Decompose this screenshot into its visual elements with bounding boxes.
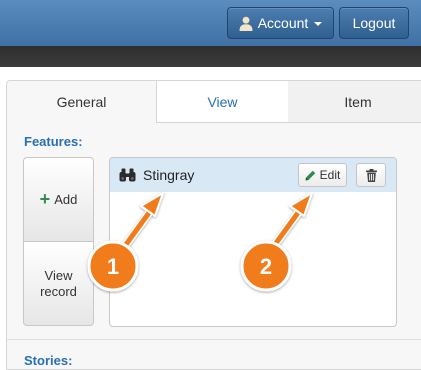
caret-down-icon bbox=[314, 22, 323, 26]
top-navbar: Account Logout bbox=[0, 0, 421, 46]
section-divider bbox=[7, 339, 421, 340]
feature-list-item[interactable]: Stingray Edit bbox=[110, 158, 396, 192]
edit-feature-button[interactable]: Edit bbox=[298, 163, 347, 187]
tab-view[interactable]: View bbox=[157, 81, 288, 123]
add-label: Add bbox=[54, 192, 78, 207]
binoculars-icon bbox=[119, 168, 136, 182]
tabs-panel: General View Item Features: + Add View re… bbox=[6, 80, 421, 370]
header-shadow-band bbox=[0, 46, 421, 67]
feature-name: Stingray bbox=[143, 167, 195, 183]
edit-label: Edit bbox=[319, 168, 341, 182]
view-record-button[interactable]: View record bbox=[23, 241, 94, 326]
stories-heading: Stories: bbox=[24, 353, 73, 368]
logout-button[interactable]: Logout bbox=[339, 7, 409, 39]
delete-feature-button[interactable] bbox=[356, 163, 386, 187]
pencil-icon bbox=[305, 170, 316, 181]
tab-item[interactable]: Item bbox=[288, 81, 421, 123]
tab-general[interactable]: General bbox=[7, 81, 157, 123]
add-feature-button[interactable]: + Add bbox=[23, 157, 94, 242]
trash-icon bbox=[365, 168, 377, 182]
user-icon bbox=[239, 16, 253, 31]
account-label: Account bbox=[257, 15, 309, 31]
plus-icon: + bbox=[39, 189, 51, 209]
features-heading: Features: bbox=[24, 134, 83, 149]
account-menu-button[interactable]: Account bbox=[227, 7, 334, 39]
feature-list: Stingray Edit bbox=[109, 157, 397, 327]
view-record-label: View record bbox=[40, 267, 77, 299]
